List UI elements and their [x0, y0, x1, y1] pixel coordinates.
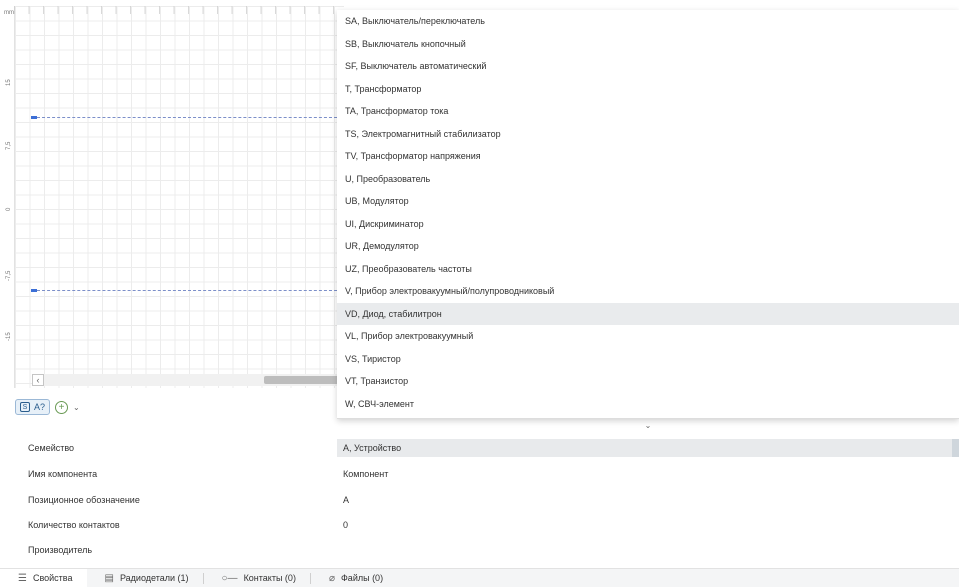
bottom-tab-bar: ☰ Свойства ▤ Радиодетали (1) ○— Контакты…: [0, 568, 959, 587]
tab-radio-parts[interactable]: ▤ Радиодетали (1): [87, 569, 203, 587]
horizontal-scrollbar[interactable]: ‹: [32, 374, 342, 386]
dropdown-option[interactable]: SF, Выключатель автоматический: [337, 55, 959, 78]
dropdown-option[interactable]: VL, Прибор электровакуумный: [337, 325, 959, 348]
ruler-tick: -7,5: [6, 270, 12, 281]
ruler-tick: 15: [6, 79, 12, 86]
collapse-chevron-icon[interactable]: ⌄: [337, 420, 959, 432]
tab-label: Файлы (0): [340, 573, 384, 583]
scrollbar-thumb[interactable]: [264, 376, 340, 384]
dropdown-option[interactable]: V, Прибор электровакуумный/полупроводник…: [337, 280, 959, 303]
pin-guide-line: [37, 290, 337, 291]
dropdown-option[interactable]: UB, Модулятор: [337, 190, 959, 213]
property-label: Семейство: [28, 443, 75, 453]
symbol-chip[interactable]: S A?: [15, 399, 51, 415]
dropdown-option[interactable]: TV, Трансформатор напряжения: [337, 145, 959, 168]
property-label: Позиционное обозначение: [28, 495, 140, 505]
dropdown-option[interactable]: SB, Выключатель кнопочный: [337, 33, 959, 56]
tab-contacts[interactable]: ○— Контакты (0): [204, 569, 310, 587]
horizontal-ruler: [14, 6, 344, 14]
manufacturer-field[interactable]: [337, 541, 959, 559]
designator-field[interactable]: A: [337, 491, 959, 509]
symbol-chip-label: A?: [34, 402, 46, 412]
canvas-toolbar: S A? + ⌄: [15, 397, 80, 417]
scroll-left-icon[interactable]: ‹: [32, 374, 44, 386]
dropdown-option[interactable]: UR, Демодулятор: [337, 235, 959, 258]
ruler-tick: 7,5: [6, 141, 12, 150]
dropdown-option[interactable]: T, Трансформатор: [337, 78, 959, 101]
property-row-family: Семейство A, Устройство: [0, 436, 959, 460]
add-icon[interactable]: +: [55, 400, 69, 414]
ruler-unit: mm: [4, 10, 14, 16]
property-row-name: Имя компонента Компонент: [0, 462, 959, 486]
tab-label: Контакты (0): [243, 573, 296, 583]
dropdown-option[interactable]: VT, Транзистор: [337, 370, 959, 393]
tab-label: Свойства: [32, 573, 73, 583]
tab-label: Радиодетали (1): [119, 573, 189, 583]
dropdown-option[interactable]: SA, Выключатель/переключатель: [337, 10, 959, 33]
dropdown-option[interactable]: U, Преобразователь: [337, 168, 959, 191]
dropdown-option[interactable]: UI, Дискриминатор: [337, 213, 959, 236]
dropdown-option[interactable]: W, СВЧ-элемент: [337, 393, 959, 416]
property-row-designator: Позиционное обозначение A: [0, 488, 959, 512]
sliders-icon: ☰: [18, 572, 27, 584]
property-label: Имя компонента: [28, 469, 98, 479]
property-row-contacts: Количество контактов 0: [0, 513, 959, 537]
dropdown-option[interactable]: VS, Тиристор: [337, 348, 959, 371]
contacts-count-field[interactable]: 0: [337, 516, 959, 534]
tab-files[interactable]: ⌀ Файлы (0): [311, 569, 397, 587]
properties-panel: Семейство A, Устройство Имя компонента К…: [0, 434, 959, 566]
family-dropdown-list[interactable]: SA, Выключатель/переключатель SB, Выключ…: [337, 10, 959, 419]
dropdown-option[interactable]: TA, Трансформатор тока: [337, 100, 959, 123]
property-label: Производитель: [28, 545, 93, 555]
dropdown-option[interactable]: UZ, Преобразователь частоты: [337, 258, 959, 281]
symbol-icon: S: [20, 402, 30, 412]
schematic-canvas[interactable]: [14, 6, 344, 388]
property-label: Количество контактов: [28, 520, 120, 530]
chip-icon: ▤: [104, 572, 114, 584]
dropdown-option-highlighted[interactable]: VD, Диод, стабилитрон: [337, 302, 959, 325]
dropdown-option[interactable]: TS, Электромагнитный стабилизатор: [337, 123, 959, 146]
tab-properties[interactable]: ☰ Свойства: [0, 568, 87, 587]
ruler-tick: 0: [6, 207, 12, 211]
chevron-down-icon[interactable]: ⌄: [73, 403, 80, 412]
vertical-ruler: mm 15 7,5 0 -7,5 -15: [0, 6, 14, 388]
ruler-tick: -15: [6, 332, 12, 341]
family-select[interactable]: A, Устройство: [337, 439, 959, 457]
paperclip-icon: ⌀: [328, 572, 335, 584]
property-row-manufacturer: Производитель: [0, 538, 959, 562]
pin-icon: ○—: [221, 572, 238, 584]
component-name-field[interactable]: Компонент: [337, 465, 959, 483]
pin-guide-line: [37, 117, 337, 118]
